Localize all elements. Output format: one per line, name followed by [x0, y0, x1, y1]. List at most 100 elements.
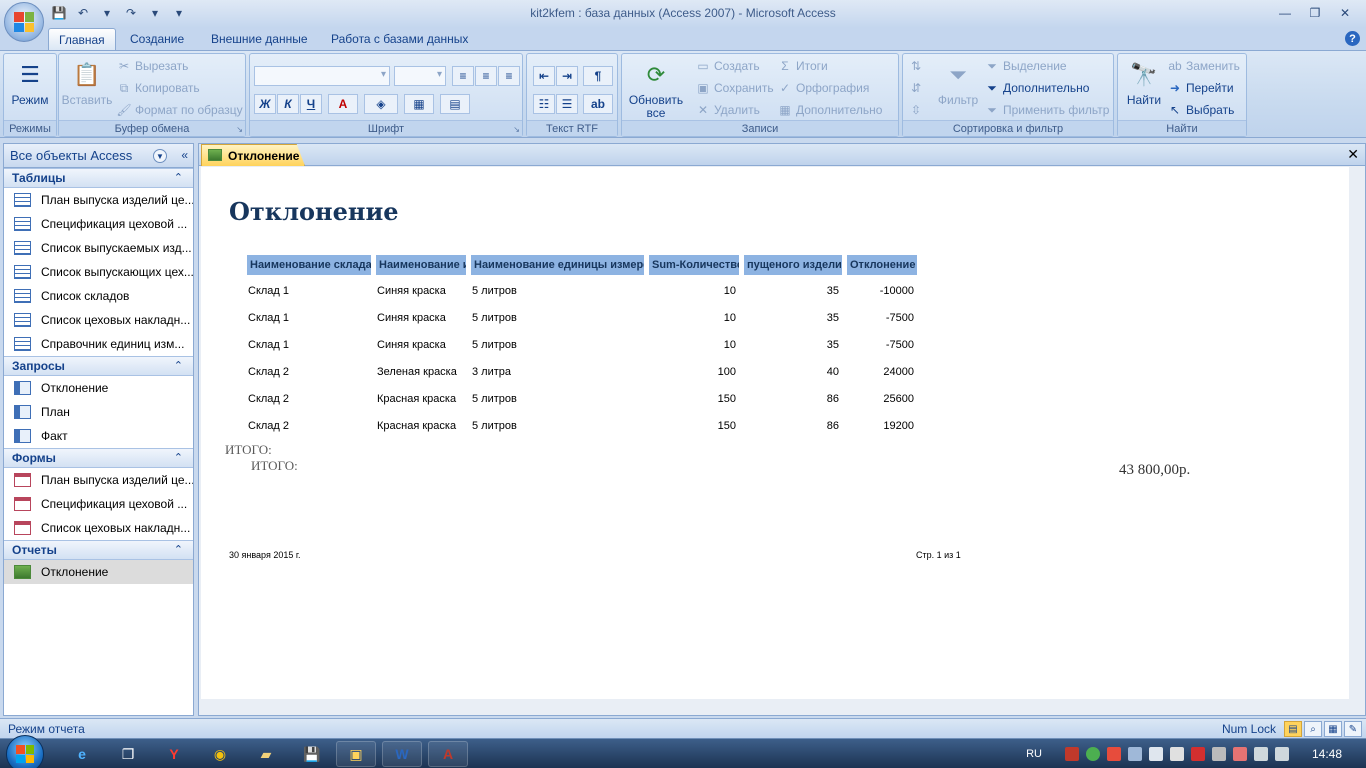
goto-button[interactable]: ➜ Перейти [1168, 78, 1234, 98]
no-network-icon[interactable] [1232, 747, 1247, 761]
language-indicator[interactable]: RU [1026, 748, 1042, 760]
office-button[interactable] [4, 2, 44, 42]
more-records-button[interactable]: ▦ Дополнительно [778, 100, 882, 120]
document-tab[interactable]: Отклонение [201, 144, 305, 166]
toggle-filter-button[interactable]: ⏷ Применить фильтр [985, 100, 1109, 120]
nav-item-query[interactable]: План [4, 400, 193, 424]
chevron-up-icon[interactable]: ⌃ [174, 359, 183, 372]
align-left-icon[interactable]: ≡ [452, 66, 474, 86]
tab-home[interactable]: Главная [48, 28, 116, 50]
explorer-icon[interactable]: ▰ [246, 741, 286, 767]
alternate-fill-icon[interactable]: ▤ [440, 94, 470, 114]
replace-button[interactable]: ab Заменить [1168, 56, 1240, 76]
chevron-down-icon[interactable]: ▼ [153, 149, 167, 163]
tab-database-tools[interactable]: Работа с базами данных [321, 28, 478, 50]
close-icon[interactable]: ✕ [1330, 4, 1360, 22]
find-button[interactable]: 🔭 Найти [1122, 58, 1166, 107]
highlight-icon[interactable]: ab [583, 94, 613, 114]
font-name-combo[interactable] [254, 66, 390, 86]
format-painter-button[interactable]: 🖌 Формат по образцу [116, 100, 242, 120]
view-button[interactable]: ☰ Режим [8, 58, 52, 107]
selection-button[interactable]: ⏷ Выделение [985, 56, 1066, 76]
network-error-icon[interactable] [1106, 747, 1121, 761]
refresh-all-button[interactable]: ⟳ Обновить все [626, 58, 686, 120]
underline-button[interactable]: Ч [300, 94, 322, 114]
copy-button[interactable]: ⧉ Копировать [117, 78, 200, 98]
fill-color-icon[interactable]: ◈ [364, 94, 398, 114]
design-view-icon[interactable]: ✎ [1344, 721, 1362, 737]
nav-category-report[interactable]: Отчеты ⌃ [4, 540, 193, 560]
display-icon[interactable] [1169, 747, 1184, 761]
chrome-icon[interactable]: ◉ [200, 741, 240, 767]
winrar-icon[interactable]: ▣ [336, 741, 376, 767]
bold-button[interactable]: Ж [254, 94, 276, 114]
report-view-icon[interactable]: ▤ [1284, 721, 1302, 737]
filter-button[interactable]: ⏷ Фильтр [933, 58, 983, 107]
nav-item-table[interactable]: Спецификация цеховой ... [4, 212, 193, 236]
align-right-icon[interactable]: ≡ [498, 66, 520, 86]
print-preview-icon[interactable]: ⌕ [1304, 721, 1322, 737]
nav-item-query[interactable]: Отклонение [4, 376, 193, 400]
font-size-combo[interactable] [394, 66, 446, 86]
spelling-button[interactable]: ✓ Орфография [778, 78, 869, 98]
tab-create[interactable]: Создание [120, 28, 194, 50]
paragraph-icon[interactable]: ¶ [583, 66, 613, 86]
layout-view-icon[interactable]: ▦ [1324, 721, 1342, 737]
minimize-icon[interactable]: — [1270, 4, 1300, 22]
bullets-icon[interactable]: ☰ [556, 94, 578, 114]
sort-descending-icon[interactable]: ⇵ [909, 78, 923, 98]
access-icon[interactable]: A [428, 741, 468, 767]
paste-button[interactable]: 📋 Вставить [62, 58, 113, 107]
font-color-button[interactable]: А [328, 94, 358, 114]
nav-item-form[interactable]: План выпуска изделий це... [4, 468, 193, 492]
chevron-up-icon[interactable]: ⌃ [174, 543, 183, 556]
advanced-filter-button[interactable]: ⏷ Дополнительно [985, 78, 1089, 98]
decrease-indent-icon[interactable]: ⇤ [533, 66, 555, 86]
nav-item-table[interactable]: Список выпускаемых изд... [4, 236, 193, 260]
pen-icon[interactable] [1211, 747, 1226, 761]
nav-category-form[interactable]: Формы ⌃ [4, 448, 193, 468]
cut-button[interactable]: ✂ Вырезать [117, 56, 188, 76]
internet-explorer-icon[interactable]: e [62, 741, 102, 767]
help-icon[interactable]: ? [1345, 31, 1360, 46]
nav-category-table[interactable]: Таблицы ⌃ [4, 168, 193, 188]
nav-pane-header[interactable]: Все объекты Access ▼ « [4, 144, 193, 168]
increase-indent-icon[interactable]: ⇥ [556, 66, 578, 86]
save-app-icon[interactable]: 💾 [292, 741, 332, 767]
nav-item-form[interactable]: Спецификация цеховой ... [4, 492, 193, 516]
restore-icon[interactable]: ❐ [1300, 4, 1330, 22]
sort-ascending-icon[interactable]: ⇅ [909, 56, 923, 76]
window-switcher-icon[interactable]: ❐ [108, 741, 148, 767]
delete-record-button[interactable]: ✕ Удалить [696, 100, 760, 120]
nav-item-table[interactable]: План выпуска изделий це... [4, 188, 193, 212]
word-icon[interactable]: W [382, 741, 422, 767]
gridlines-icon[interactable]: ▦ [404, 94, 434, 114]
new-record-button[interactable]: ▭ Создать [696, 56, 759, 76]
chat-icon[interactable] [1127, 747, 1142, 761]
italic-button[interactable]: К [277, 94, 299, 114]
save-record-button[interactable]: ▣ Сохранить [696, 78, 773, 98]
clear-sort-icon[interactable]: ⇳ [909, 100, 923, 120]
nav-item-table[interactable]: Список цеховых накладн... [4, 308, 193, 332]
chevron-up-icon[interactable]: ⌃ [174, 171, 183, 184]
dialog-launcher-icon[interactable]: ↘ [236, 125, 243, 134]
nav-item-table[interactable]: Справочник единиц изм... [4, 332, 193, 356]
start-button[interactable] [6, 735, 44, 768]
volume-icon[interactable] [1274, 747, 1289, 761]
nav-item-form[interactable]: Список цеховых накладн... [4, 516, 193, 540]
tab-external-data[interactable]: Внешние данные [201, 28, 318, 50]
nav-item-report[interactable]: Отклонение [4, 560, 193, 584]
antivirus-icon[interactable] [1085, 747, 1100, 761]
shield-icon[interactable] [1190, 747, 1205, 761]
nav-item-table[interactable]: Список складов [4, 284, 193, 308]
nav-item-query[interactable]: Факт [4, 424, 193, 448]
collapse-pane-icon[interactable]: « [181, 148, 188, 162]
dialog-launcher-icon[interactable]: ↘ [513, 125, 520, 134]
close-icon[interactable]: ✕ [1347, 146, 1359, 163]
flag-icon[interactable] [1253, 747, 1268, 761]
nav-category-query[interactable]: Запросы ⌃ [4, 356, 193, 376]
yandex-browser-icon[interactable]: Y [154, 741, 194, 767]
monitor-icon[interactable] [1148, 747, 1163, 761]
pdf-icon[interactable] [1064, 747, 1079, 761]
select-button[interactable]: ↖ Выбрать [1168, 100, 1234, 120]
